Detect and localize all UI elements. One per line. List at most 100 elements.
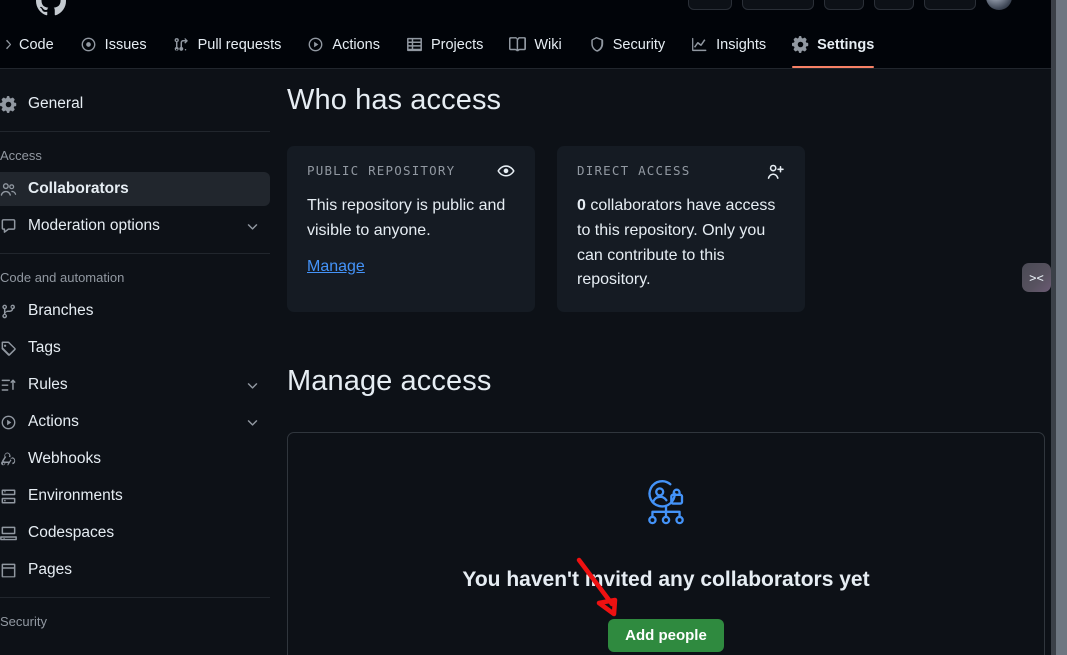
git-pull-request-icon (173, 36, 190, 53)
card-label: DIRECT ACCESS (577, 163, 691, 178)
sidebar-divider (0, 253, 270, 254)
tab-label: Settings (817, 36, 875, 53)
tag-icon (0, 340, 17, 357)
header-action-buttons (688, 0, 1012, 10)
page-title: Who has access (287, 84, 502, 116)
sidebar-item-label: Collaborators (28, 180, 129, 197)
gear-icon (0, 95, 17, 113)
repo-nav: Code Issues Pull requests Actions Projects Wi… (0, 22, 1056, 69)
sidebar-item-label: Rules (28, 376, 68, 393)
webhook-icon (0, 451, 17, 468)
sidebar-item-environments[interactable]: Environments (0, 479, 270, 513)
tab-label: Actions (332, 36, 380, 53)
sidebar-item-label: Tags (28, 339, 61, 356)
repo-nav-tabs: Code Issues Pull requests Actions Projects Wi… (0, 22, 1056, 68)
tab-pull-requests[interactable]: Pull requests (160, 22, 295, 67)
header-button-1[interactable] (688, 0, 732, 10)
comment-icon (0, 218, 17, 235)
chevron-down-icon[interactable] (245, 378, 260, 393)
active-tab-underline (792, 66, 875, 68)
sidebar-item-webhooks[interactable]: Webhooks (0, 442, 270, 476)
card-body: 0 collaborators have access to this repo… (577, 194, 785, 293)
tab-projects[interactable]: Projects (393, 22, 496, 67)
public-repository-card: PUBLIC REPOSITORY This repository is pub… (287, 146, 535, 313)
empty-state-title: You haven't invited any collaborators ye… (462, 568, 870, 592)
tab-insights[interactable]: Insights (678, 22, 779, 67)
sidebar-item-collaborators[interactable]: Collaborators (0, 172, 270, 206)
header-button-3[interactable] (824, 0, 864, 10)
browser-icon (0, 562, 17, 579)
rules-icon (0, 377, 17, 394)
main-content: Who has access PUBLIC REPOSITORY This re… (287, 84, 1045, 655)
codespaces-icon (0, 525, 17, 542)
issue-opened-icon (80, 36, 97, 53)
shield-icon (588, 36, 605, 53)
person-add-icon (767, 163, 785, 181)
tab-settings[interactable]: Settings (779, 22, 887, 68)
tab-label: Wiki (534, 36, 562, 53)
gear-icon (792, 36, 809, 53)
code-icon (0, 36, 11, 53)
sidebar-item-label: Moderation options (28, 217, 160, 234)
sidebar-item-label: Codespaces (28, 524, 115, 541)
top-chrome-strip (0, 0, 1056, 22)
sidebar-item-branches[interactable]: Branches (0, 294, 270, 328)
vertical-scrollbar[interactable] (1056, 0, 1067, 655)
tab-security[interactable]: Security (575, 22, 678, 67)
sidebar-item-label: General (28, 95, 84, 112)
sidebar-item-tags[interactable]: Tags (0, 331, 270, 365)
header-button-5[interactable] (924, 0, 976, 10)
sidebar-item-label: Branches (28, 302, 94, 319)
manage-access-title: Manage access (287, 365, 492, 398)
tab-label: Issues (104, 36, 147, 53)
card-body-text: collaborators have access to this reposi… (577, 197, 776, 289)
manage-link[interactable]: Manage (307, 258, 365, 276)
manage-access-panel: You haven't invited any collaborators ye… (287, 432, 1045, 655)
card-header: DIRECT ACCESS (577, 163, 785, 181)
graph-icon (691, 36, 708, 53)
add-people-button[interactable]: Add people (608, 619, 724, 653)
chevron-down-icon[interactable] (245, 219, 260, 234)
sidebar-divider (0, 131, 270, 132)
sidebar-item-codespaces[interactable]: Codespaces (0, 516, 270, 550)
table-icon (406, 36, 423, 53)
sidebar-group-label: Security (0, 614, 47, 629)
card-header: PUBLIC REPOSITORY (307, 163, 515, 181)
chevron-down-icon[interactable] (245, 415, 260, 430)
github-logo-icon[interactable] (36, 0, 66, 16)
card-label: PUBLIC REPOSITORY (307, 163, 456, 178)
header-button-4[interactable] (874, 0, 914, 10)
page-root: Code Issues Pull requests Actions Projects Wi… (0, 0, 1067, 655)
eye-icon (497, 163, 515, 181)
server-icon (0, 488, 17, 505)
git-branch-icon (0, 303, 17, 320)
tab-label: Pull requests (197, 36, 282, 53)
sidebar-group-label: Code and automation (0, 270, 125, 285)
avatar[interactable] (986, 0, 1012, 10)
tab-issues[interactable]: Issues (67, 22, 160, 67)
settings-sidebar: General Access Collaborators Moderation opt… (0, 84, 279, 635)
sidebar-divider (0, 597, 270, 598)
access-summary-cards: PUBLIC REPOSITORY This repository is pub… (287, 146, 1045, 313)
sidebar-item-moderation-options[interactable]: Moderation options (0, 209, 270, 243)
collapse-panel-button[interactable]: >< (1022, 263, 1051, 292)
tab-label: Insights (716, 36, 767, 53)
tab-label: Projects (430, 36, 484, 53)
direct-access-card: DIRECT ACCESS 0 collaborators have acces… (557, 146, 805, 313)
tab-actions[interactable]: Actions (294, 22, 393, 67)
sidebar-item-label: Actions (28, 413, 79, 430)
people-icon (0, 181, 17, 198)
sidebar-item-pages[interactable]: Pages (0, 553, 270, 587)
sidebar-item-label: Pages (28, 561, 72, 578)
sidebar-item-general[interactable]: General (0, 87, 270, 121)
card-body: This repository is public and visible to… (307, 197, 506, 239)
sidebar-item-actions[interactable]: Actions (0, 405, 270, 439)
tab-code[interactable]: Code (0, 22, 67, 67)
header-button-2[interactable] (742, 0, 814, 10)
sidebar-item-label: Webhooks (28, 450, 101, 467)
tab-wiki[interactable]: Wiki (496, 22, 574, 67)
play-icon (0, 414, 17, 431)
tab-label: Code (19, 36, 54, 53)
sidebar-item-rules[interactable]: Rules (0, 368, 270, 402)
tab-label: Security (612, 36, 666, 53)
